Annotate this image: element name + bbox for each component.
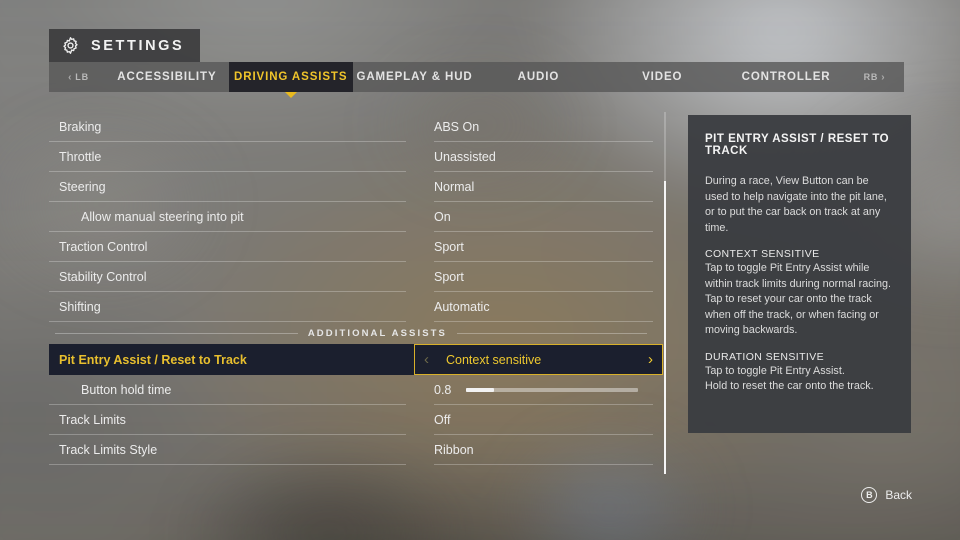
setting-value: 0.8 (406, 383, 653, 397)
divider-line-left (55, 332, 298, 334)
setting-row-traction-control[interactable]: Traction Control Sport (49, 232, 653, 262)
button-hold-time-slider[interactable] (466, 388, 638, 392)
tab-label: GAMEPLAY & HUD (356, 71, 473, 83)
chevron-right-icon: › (881, 71, 886, 83)
back-label: Back (885, 488, 912, 502)
selected-value-label: Context sensitive (446, 352, 542, 367)
setting-value[interactable]: On (406, 210, 653, 224)
setting-label: Button hold time (81, 383, 172, 397)
setting-row-shifting[interactable]: Shifting Automatic (49, 292, 653, 322)
section-title: ADDITIONAL ASSISTS (307, 327, 447, 339)
prev-page-hint[interactable]: ‹ LB (49, 62, 105, 92)
setting-label: Track Limits (59, 413, 126, 427)
b-button-icon: B (861, 487, 878, 503)
setting-label: Allow manual steering into pit (81, 210, 244, 224)
tab-label: ACCESSIBILITY (117, 71, 217, 83)
tab-video[interactable]: VIDEO (600, 62, 724, 92)
slider-fill (466, 388, 494, 392)
page-title: SETTINGS (91, 37, 185, 54)
chevron-left-icon: ‹ (68, 71, 73, 83)
tab-label: CONTROLLER (741, 71, 831, 83)
setting-label: Throttle (59, 150, 102, 164)
setting-value[interactable]: Ribbon (406, 443, 653, 457)
tab-gameplay-hud[interactable]: GAMEPLAY & HUD (353, 62, 477, 92)
info-panel: PIT ENTRY ASSIST / RESET TO TRACK During… (688, 115, 911, 433)
page-title-pill: SETTINGS (49, 29, 201, 62)
tab-accessibility[interactable]: ACCESSIBILITY (105, 62, 229, 92)
scrollbar-thumb[interactable] (664, 180, 666, 474)
info-text-duration-line-2: Hold to reset the car onto the track. (705, 380, 874, 392)
section-divider-additional-assists: ADDITIONAL ASSISTS (49, 322, 653, 344)
info-text-duration-line-1: Tap to toggle Pit Entry Assist. (705, 364, 845, 377)
setting-value[interactable]: ABS On (406, 120, 653, 134)
info-intro-text: During a race, View Button can be used t… (705, 175, 887, 234)
setting-row-braking[interactable]: Braking ABS On (49, 112, 653, 142)
tab-label: VIDEO (642, 71, 683, 83)
setting-row-pit-entry-assist[interactable]: Pit Entry Assist / Reset to Track ‹ Cont… (49, 344, 663, 375)
list-scrollbar[interactable] (664, 112, 666, 474)
info-heading-context-sensitive: CONTEXT SENSITIVE (705, 248, 820, 260)
setting-label: Shifting (59, 300, 101, 314)
info-text-context-line-1: Tap to toggle Pit Entry Assist while wit… (705, 262, 892, 290)
rb-bumper-label: RB (863, 72, 879, 82)
setting-row-steering[interactable]: Steering Normal (49, 172, 653, 202)
setting-value[interactable]: Normal (406, 180, 653, 194)
setting-value[interactable]: Unassisted (406, 150, 653, 164)
tab-audio[interactable]: AUDIO (476, 62, 600, 92)
info-text-context-line-2: Tap to reset your car onto the track whe… (705, 293, 879, 336)
setting-row-allow-manual-steering-into-pit[interactable]: Allow manual steering into pit On (49, 202, 653, 232)
lb-bumper-label: LB (75, 72, 89, 82)
setting-value[interactable]: Automatic (406, 300, 653, 314)
chevron-right-icon[interactable]: › (648, 352, 653, 367)
setting-label: Traction Control (59, 240, 148, 254)
setting-row-throttle[interactable]: Throttle Unassisted (49, 142, 653, 172)
value-selector-pit-entry-assist[interactable]: ‹ Context sensitive › (414, 344, 663, 375)
setting-row-track-limits[interactable]: Track Limits Off (49, 405, 653, 435)
back-button-hint[interactable]: B Back (861, 487, 912, 503)
setting-label: Pit Entry Assist / Reset to Track (59, 352, 247, 367)
setting-label: Steering (59, 180, 106, 194)
setting-value[interactable]: Sport (406, 240, 653, 254)
setting-value[interactable]: Off (406, 413, 653, 427)
setting-row-track-limits-style[interactable]: Track Limits Style Ribbon (49, 435, 653, 465)
settings-tabbar[interactable]: ‹ LB ACCESSIBILITY DRIVING ASSISTS GAMEP… (49, 62, 904, 92)
gear-icon (63, 37, 78, 54)
setting-value[interactable]: Sport (406, 270, 653, 284)
divider-line-right (457, 332, 647, 334)
setting-label: Braking (59, 120, 102, 134)
tab-label: AUDIO (517, 71, 560, 83)
tab-controller[interactable]: CONTROLLER (724, 62, 848, 92)
setting-label: Stability Control (59, 270, 147, 284)
info-heading-duration-sensitive: DURATION SENSITIVE (705, 350, 825, 363)
tab-label: DRIVING ASSISTS (234, 71, 348, 83)
setting-row-stability-control[interactable]: Stability Control Sport (49, 262, 653, 292)
next-page-hint[interactable]: RB › (848, 62, 904, 92)
tab-driving-assists[interactable]: DRIVING ASSISTS (228, 62, 353, 92)
setting-row-button-hold-time[interactable]: Button hold time 0.8 (49, 375, 653, 405)
slider-value-label: 0.8 (434, 383, 452, 397)
setting-value-wrapper: ‹ Context sensitive › (406, 344, 663, 375)
tab-list: ACCESSIBILITY DRIVING ASSISTS GAMEPLAY &… (105, 62, 848, 92)
info-panel-title: PIT ENTRY ASSIST / RESET TO TRACK (705, 133, 890, 157)
settings-list: Braking ABS On Throttle Unassisted Steer… (49, 112, 663, 474)
setting-label: Track Limits Style (59, 443, 158, 457)
